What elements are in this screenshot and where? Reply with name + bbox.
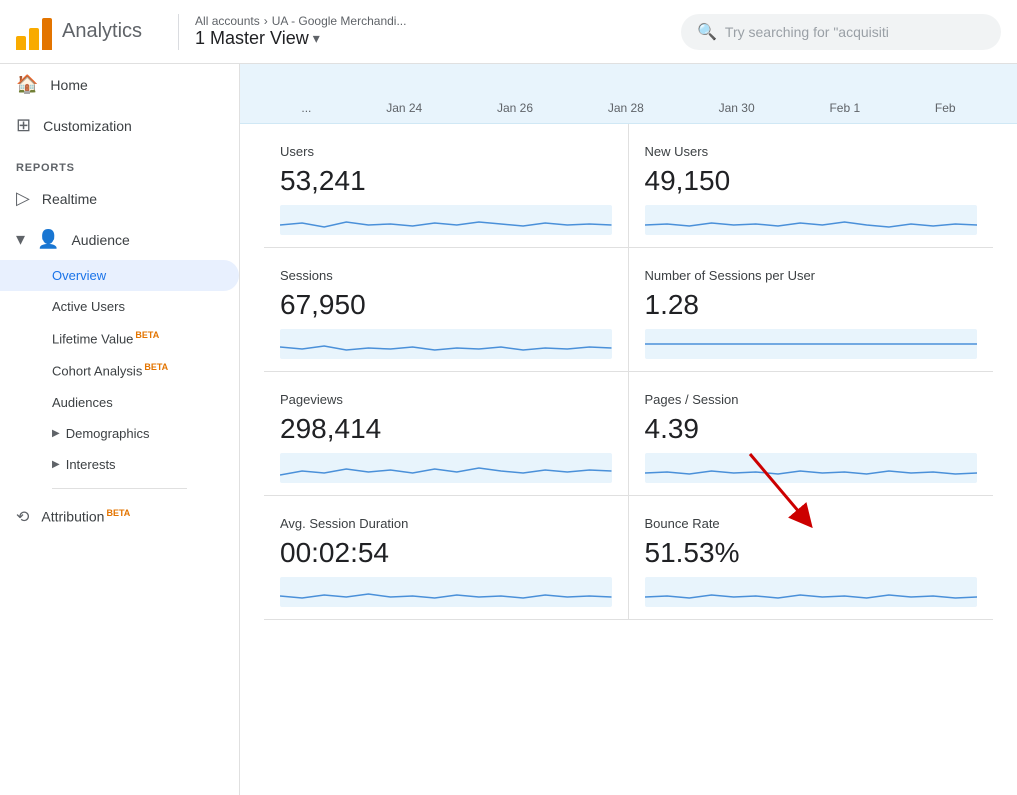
dropdown-arrow-icon: ▾ bbox=[313, 30, 320, 47]
sidebar-item-customization[interactable]: ⊞ Customization bbox=[0, 105, 239, 146]
sidebar-item-attribution[interactable]: ⟲ AttributionBETA bbox=[0, 497, 239, 537]
audience-person-icon: 👤 bbox=[37, 229, 59, 250]
active-users-label: Active Users bbox=[52, 299, 125, 314]
sidebar-customization-label: Customization bbox=[43, 118, 132, 134]
metric-label-new-users: New Users bbox=[645, 144, 978, 159]
search-icon: 🔍 bbox=[697, 22, 717, 42]
sidebar-divider bbox=[52, 488, 187, 489]
search-placeholder-text: Try searching for "acquisiti bbox=[725, 24, 889, 40]
attribution-label: AttributionBETA bbox=[41, 508, 130, 525]
overview-label: Overview bbox=[52, 268, 106, 283]
metric-value-pageviews: 298,414 bbox=[280, 413, 612, 445]
view-name: 1 Master View bbox=[195, 28, 309, 49]
date-label-6: Feb bbox=[935, 101, 956, 115]
sidebar-item-interests[interactable]: ▶ Interests bbox=[0, 449, 239, 480]
interests-label: Interests bbox=[66, 457, 116, 472]
metric-value-bounce-rate: 51.53% bbox=[645, 537, 978, 569]
breadcrumb-separator: › bbox=[264, 14, 268, 28]
logo-area: Analytics bbox=[16, 14, 142, 50]
breadcrumb-all-accounts[interactable]: All accounts bbox=[195, 14, 260, 28]
metric-label-sessions: Sessions bbox=[280, 268, 612, 283]
mini-chart-new-users bbox=[645, 205, 978, 235]
date-label-1: Jan 24 bbox=[386, 101, 422, 115]
sidebar-item-active-users[interactable]: Active Users bbox=[0, 291, 239, 322]
mini-chart-users bbox=[280, 205, 612, 235]
metric-card-avg-session-duration: Avg. Session Duration 00:02:54 bbox=[264, 496, 629, 620]
metric-label-sessions-per-user: Number of Sessions per User bbox=[645, 268, 978, 283]
mini-chart-sessions bbox=[280, 329, 612, 359]
metric-card-pages-per-session: Pages / Session 4.39 bbox=[629, 372, 994, 496]
demographics-expand-icon: ▶ bbox=[52, 428, 60, 439]
attribution-beta: BETA bbox=[106, 508, 130, 518]
metric-card-new-users: New Users 49,150 bbox=[629, 124, 994, 248]
mini-chart-pages-per-session bbox=[645, 453, 978, 483]
date-label-3: Jan 28 bbox=[608, 101, 644, 115]
metric-card-bounce-rate: Bounce Rate 51.53% bbox=[629, 496, 994, 620]
sidebar-item-demographics[interactable]: ▶ Demographics bbox=[0, 418, 239, 449]
interests-expand-icon: ▶ bbox=[52, 459, 60, 470]
metric-value-new-users: 49,150 bbox=[645, 165, 978, 197]
sidebar: 🏠 Home ⊞ Customization REPORTS ▷ Realtim… bbox=[0, 64, 240, 795]
sidebar-audience-label: Audience bbox=[71, 232, 129, 248]
sidebar-item-overview[interactable]: Overview bbox=[0, 260, 239, 291]
metric-card-sessions: Sessions 67,950 bbox=[264, 248, 629, 372]
reports-section-label: REPORTS bbox=[0, 146, 239, 178]
sidebar-item-cohort-analysis[interactable]: Cohort AnalysisBETA bbox=[0, 354, 239, 386]
date-label-0: ... bbox=[301, 101, 311, 115]
app-body: 🏠 Home ⊞ Customization REPORTS ▷ Realtim… bbox=[0, 64, 1017, 795]
metric-card-users: Users 53,241 bbox=[264, 124, 629, 248]
cohort-beta: BETA bbox=[144, 362, 168, 372]
logo-icon bbox=[16, 14, 52, 50]
metric-label-bounce-rate: Bounce Rate bbox=[645, 516, 978, 531]
metric-value-sessions-per-user: 1.28 bbox=[645, 289, 978, 321]
metric-value-sessions: 67,950 bbox=[280, 289, 612, 321]
date-label-4: Jan 30 bbox=[719, 101, 755, 115]
logo-text: Analytics bbox=[62, 20, 142, 43]
app-header: Analytics All accounts › UA - Google Mer… bbox=[0, 0, 1017, 64]
metric-label-pageviews: Pageviews bbox=[280, 392, 612, 407]
cohort-analysis-label: Cohort AnalysisBETA bbox=[52, 362, 168, 378]
sidebar-realtime-label: Realtime bbox=[42, 191, 97, 207]
sidebar-item-lifetime-value[interactable]: Lifetime ValueBETA bbox=[0, 322, 239, 354]
audience-icon: ▾ bbox=[16, 229, 25, 250]
attribution-icon: ⟲ bbox=[16, 507, 29, 527]
lifetime-value-beta: BETA bbox=[135, 330, 159, 340]
date-label-2: Jan 26 bbox=[497, 101, 533, 115]
header-divider bbox=[178, 14, 179, 50]
audiences-label: Audiences bbox=[52, 395, 113, 410]
view-selector[interactable]: 1 Master View ▾ bbox=[195, 28, 406, 49]
metric-label-pages-per-session: Pages / Session bbox=[645, 392, 978, 407]
sidebar-item-realtime[interactable]: ▷ Realtime bbox=[0, 178, 239, 219]
breadcrumb[interactable]: All accounts › UA - Google Merchandi... bbox=[195, 14, 406, 28]
metric-label-avg-session-duration: Avg. Session Duration bbox=[280, 516, 612, 531]
customization-icon: ⊞ bbox=[16, 115, 31, 136]
sidebar-home-label: Home bbox=[50, 77, 87, 93]
mini-chart-pageviews bbox=[280, 453, 612, 483]
metrics-grid: Users 53,241 New Users 49,150 bbox=[240, 124, 1017, 620]
sidebar-item-audiences[interactable]: Audiences bbox=[0, 387, 239, 418]
metric-card-pageviews: Pageviews 298,414 bbox=[264, 372, 629, 496]
lifetime-value-label: Lifetime ValueBETA bbox=[52, 330, 159, 346]
demographics-label: Demographics bbox=[66, 426, 150, 441]
home-icon: 🏠 bbox=[16, 74, 38, 95]
sidebar-item-home[interactable]: 🏠 Home bbox=[0, 64, 239, 105]
mini-chart-avg-session-duration bbox=[280, 577, 612, 607]
metrics-section: Users 53,241 New Users 49,150 bbox=[240, 124, 1017, 620]
breadcrumb-current[interactable]: UA - Google Merchandi... bbox=[272, 14, 407, 28]
date-label-5: Feb 1 bbox=[829, 101, 860, 115]
metric-card-sessions-per-user: Number of Sessions per User 1.28 bbox=[629, 248, 994, 372]
chart-dates: ... Jan 24 Jan 26 Jan 28 Jan 30 Feb 1 Fe… bbox=[264, 101, 993, 115]
search-bar[interactable]: 🔍 Try searching for "acquisiti bbox=[681, 14, 1001, 50]
main-content: ... Jan 24 Jan 26 Jan 28 Jan 30 Feb 1 Fe… bbox=[240, 64, 1017, 795]
sidebar-item-audience[interactable]: ▾ 👤 Audience bbox=[0, 219, 239, 260]
chart-header: ... Jan 24 Jan 26 Jan 28 Jan 30 Feb 1 Fe… bbox=[240, 64, 1017, 124]
realtime-icon: ▷ bbox=[16, 188, 30, 209]
mini-chart-sessions-per-user bbox=[645, 329, 978, 359]
metric-value-users: 53,241 bbox=[280, 165, 612, 197]
metric-label-users: Users bbox=[280, 144, 612, 159]
mini-chart-bounce-rate bbox=[645, 577, 978, 607]
metric-value-avg-session-duration: 00:02:54 bbox=[280, 537, 612, 569]
account-nav: All accounts › UA - Google Merchandi... … bbox=[195, 14, 406, 49]
metric-value-pages-per-session: 4.39 bbox=[645, 413, 978, 445]
